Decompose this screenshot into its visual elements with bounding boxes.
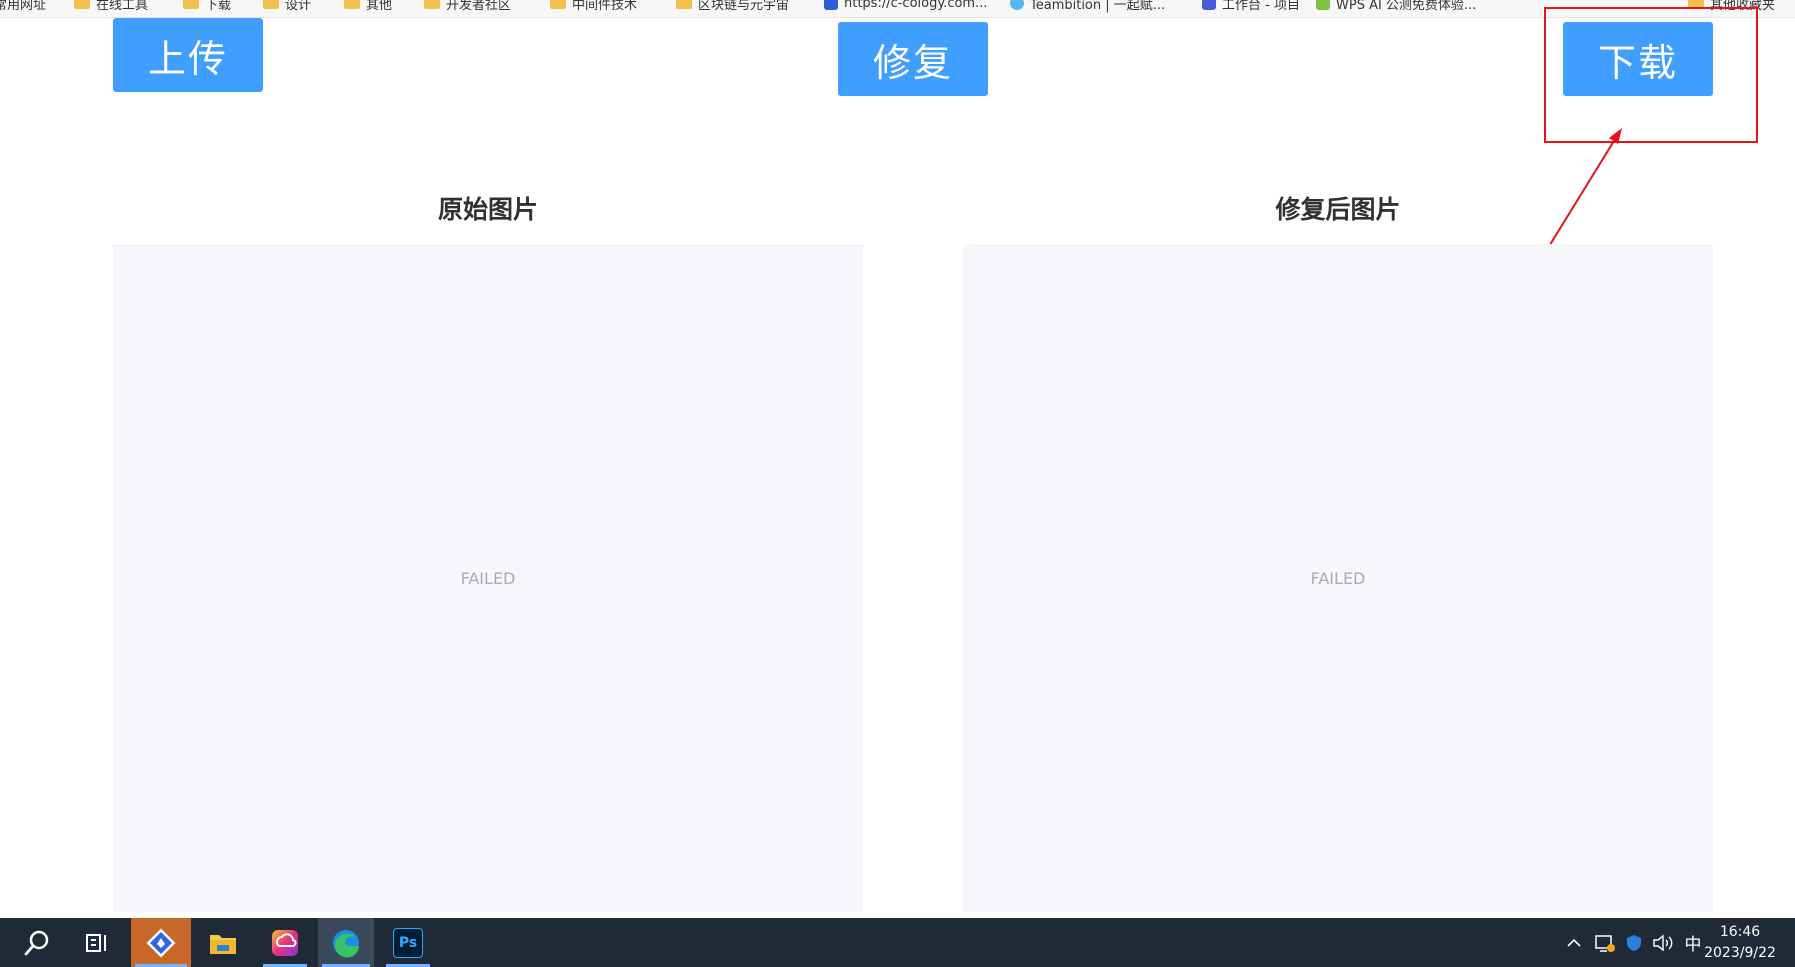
- taskbar: Ps 中 16:46 2023/9/22: [0, 918, 1795, 967]
- repair-button-label: 修复: [872, 40, 953, 85]
- folder-icon: [263, 0, 279, 9]
- repair-button[interactable]: 修复: [838, 22, 988, 96]
- site-icon: [1202, 0, 1216, 10]
- repaired-image-status: FAILED: [1310, 568, 1366, 588]
- bookmark-label: 其他收藏夹: [1710, 0, 1776, 13]
- original-image-title: 原始图片: [437, 195, 538, 224]
- task-view-icon[interactable]: [74, 918, 120, 967]
- repaired-image-panel: FAILED: [963, 244, 1713, 912]
- bookmark-item[interactable]: 区块链与元宇宙: [676, 0, 790, 13]
- bookmark-label: 中间件技术: [572, 0, 638, 13]
- folder-icon: [1688, 0, 1704, 9]
- volume-icon[interactable]: [1650, 918, 1676, 967]
- folder-icon: [424, 0, 440, 9]
- bookmark-label: 区块链与元宇宙: [698, 0, 790, 13]
- bookmarks-bar: 常用网址 在线工具 下载 设计 其他 开发者社区 中间件技术 区块链与元宇宙 h…: [0, 0, 1795, 18]
- folder-icon: [550, 0, 566, 9]
- bookmark-label: WPS AI 公测免费体验...: [1336, 0, 1477, 13]
- site-icon: [824, 0, 838, 10]
- bookmark-item[interactable]: https://c-cology.com...: [824, 0, 988, 12]
- folder-icon: [74, 0, 90, 9]
- bookmark-item[interactable]: 开发者社区: [424, 0, 512, 13]
- site-icon: [1010, 0, 1024, 10]
- bookmark-label: Teambition | 一起赋...: [1030, 0, 1166, 13]
- bookmark-label: 在线工具: [96, 0, 149, 13]
- site-icon: [1316, 0, 1330, 10]
- bookmark-label: 下载: [205, 0, 232, 13]
- show-hidden-icons-chevron-icon[interactable]: [1562, 918, 1586, 967]
- download-button[interactable]: 下载: [1563, 22, 1713, 96]
- download-button-label: 下载: [1597, 40, 1678, 85]
- bookmark-label: https://c-cology.com...: [844, 0, 988, 11]
- upload-button-label: 上传: [147, 36, 228, 81]
- original-image-status: FAILED: [460, 568, 516, 588]
- bookmark-label: 常用网址: [0, 0, 47, 13]
- feishu-icon[interactable]: [131, 918, 191, 967]
- folder-icon: [344, 0, 360, 9]
- network-warning-icon[interactable]: [1592, 918, 1618, 967]
- file-explorer-icon[interactable]: [198, 918, 248, 967]
- repaired-image-title: 修复后图片: [1275, 195, 1401, 224]
- bookmark-label: 其他: [366, 0, 393, 13]
- bookmark-item[interactable]: WPS AI 公测免费体验...: [1316, 0, 1477, 13]
- bookmark-item[interactable]: 下载: [183, 0, 232, 13]
- bookmark-item[interactable]: 工作台 - 项目: [1202, 0, 1300, 13]
- bookmark-item[interactable]: 设计: [263, 0, 312, 13]
- original-image-panel: FAILED: [113, 244, 863, 912]
- bookmark-item[interactable]: Teambition | 一起赋...: [1010, 0, 1166, 13]
- clock-date: 2023/9/22: [1704, 945, 1776, 961]
- folder-icon: [676, 0, 692, 9]
- upload-button[interactable]: 上传: [113, 18, 263, 92]
- search-icon[interactable]: [14, 918, 60, 967]
- bookmark-item[interactable]: 常用网址: [0, 0, 47, 13]
- bookmark-item[interactable]: 中间件技术: [550, 0, 638, 13]
- bookmark-item[interactable]: 在线工具: [74, 0, 149, 13]
- bookmark-label: 设计: [285, 0, 312, 13]
- security-shield-icon[interactable]: [1622, 918, 1646, 967]
- clock-time: 16:46: [1719, 924, 1761, 940]
- bookmark-item[interactable]: 其他收藏夹: [1688, 0, 1776, 13]
- folder-icon: [183, 0, 199, 9]
- photoshop-label: Ps: [398, 934, 418, 951]
- taskbar-clock[interactable]: 16:46 2023/9/22: [1695, 922, 1785, 964]
- bookmark-item[interactable]: 其他: [344, 0, 393, 13]
- photoshop-icon[interactable]: Ps: [382, 918, 434, 967]
- edge-icon[interactable]: [318, 918, 374, 967]
- bookmark-label: 工作台 - 项目: [1222, 0, 1300, 13]
- creative-cloud-icon[interactable]: [259, 918, 311, 967]
- bookmark-label: 开发者社区: [446, 0, 512, 13]
